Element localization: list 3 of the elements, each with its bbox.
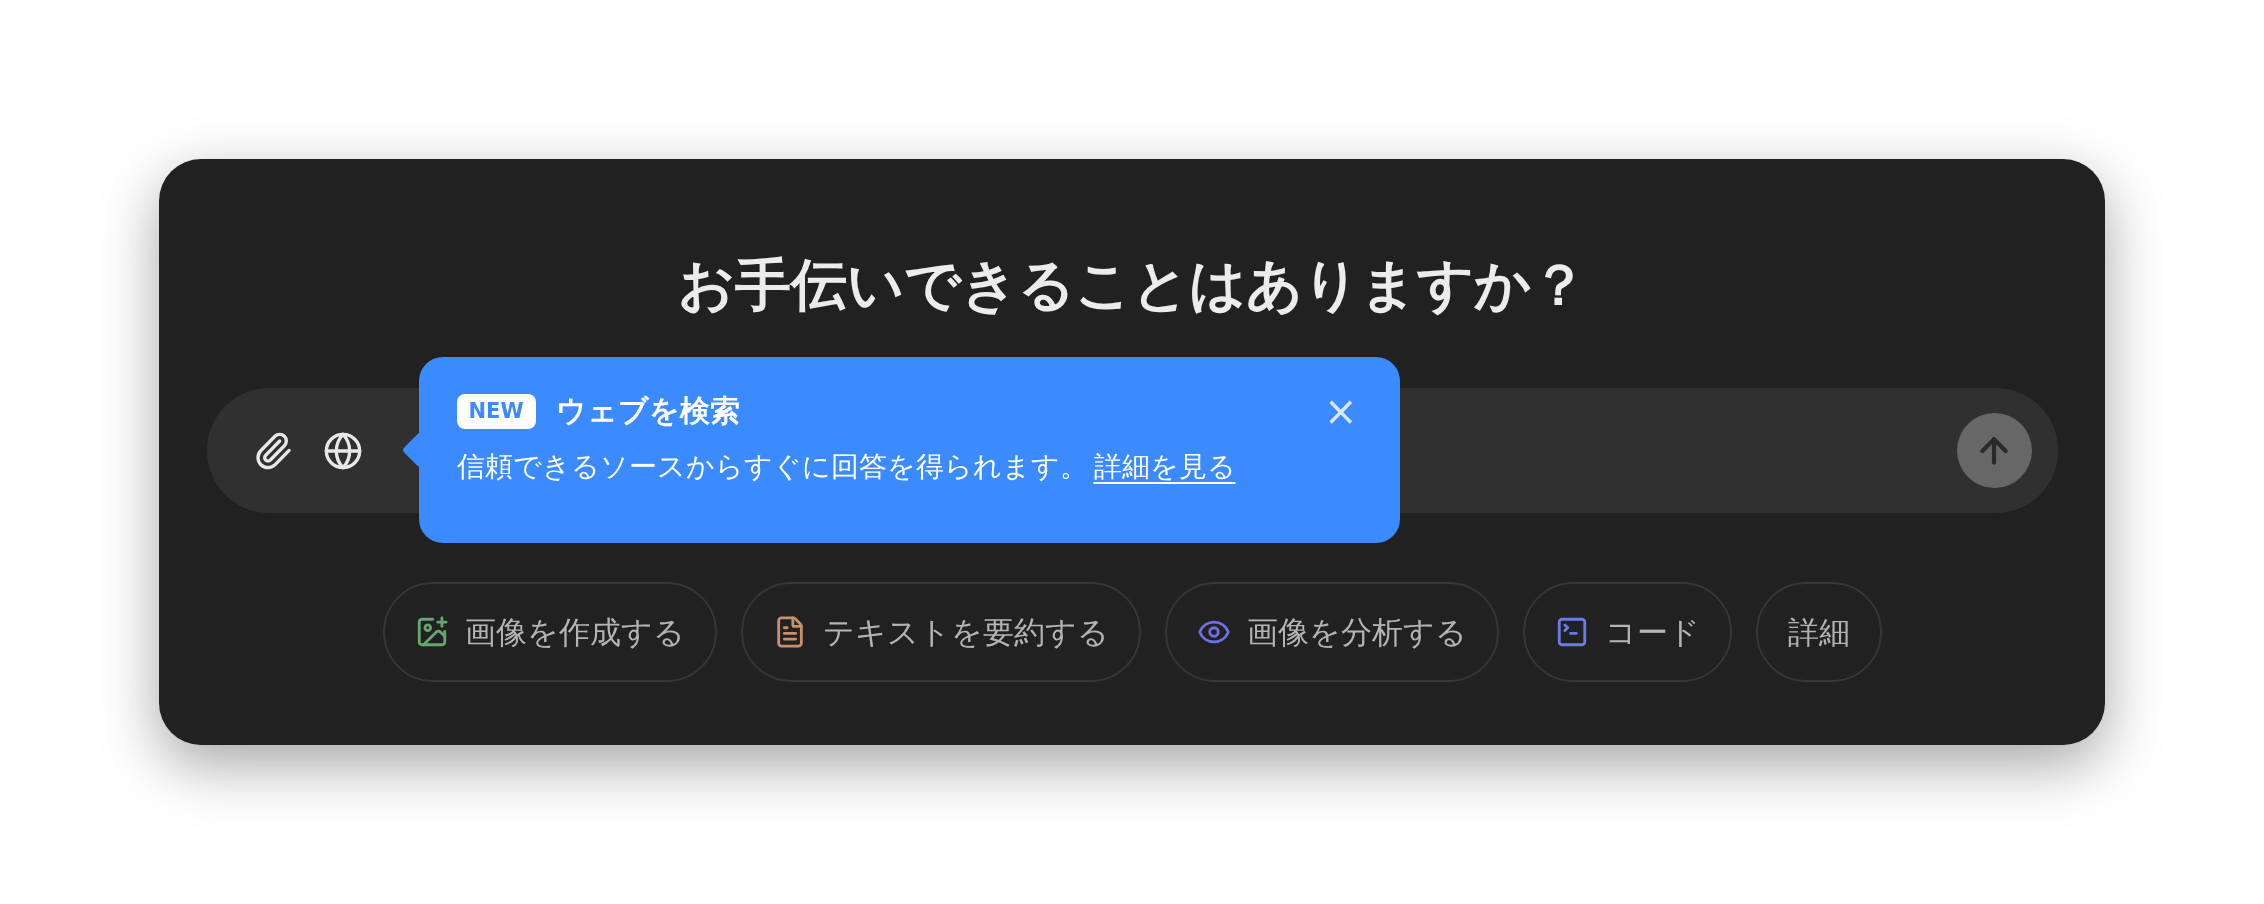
tooltip-title: ウェブを検索 <box>555 396 740 426</box>
new-badge: NEW <box>456 393 536 429</box>
tooltip-text: 信頼できるソースからすぐに回答を得られます。 <box>456 453 1088 481</box>
